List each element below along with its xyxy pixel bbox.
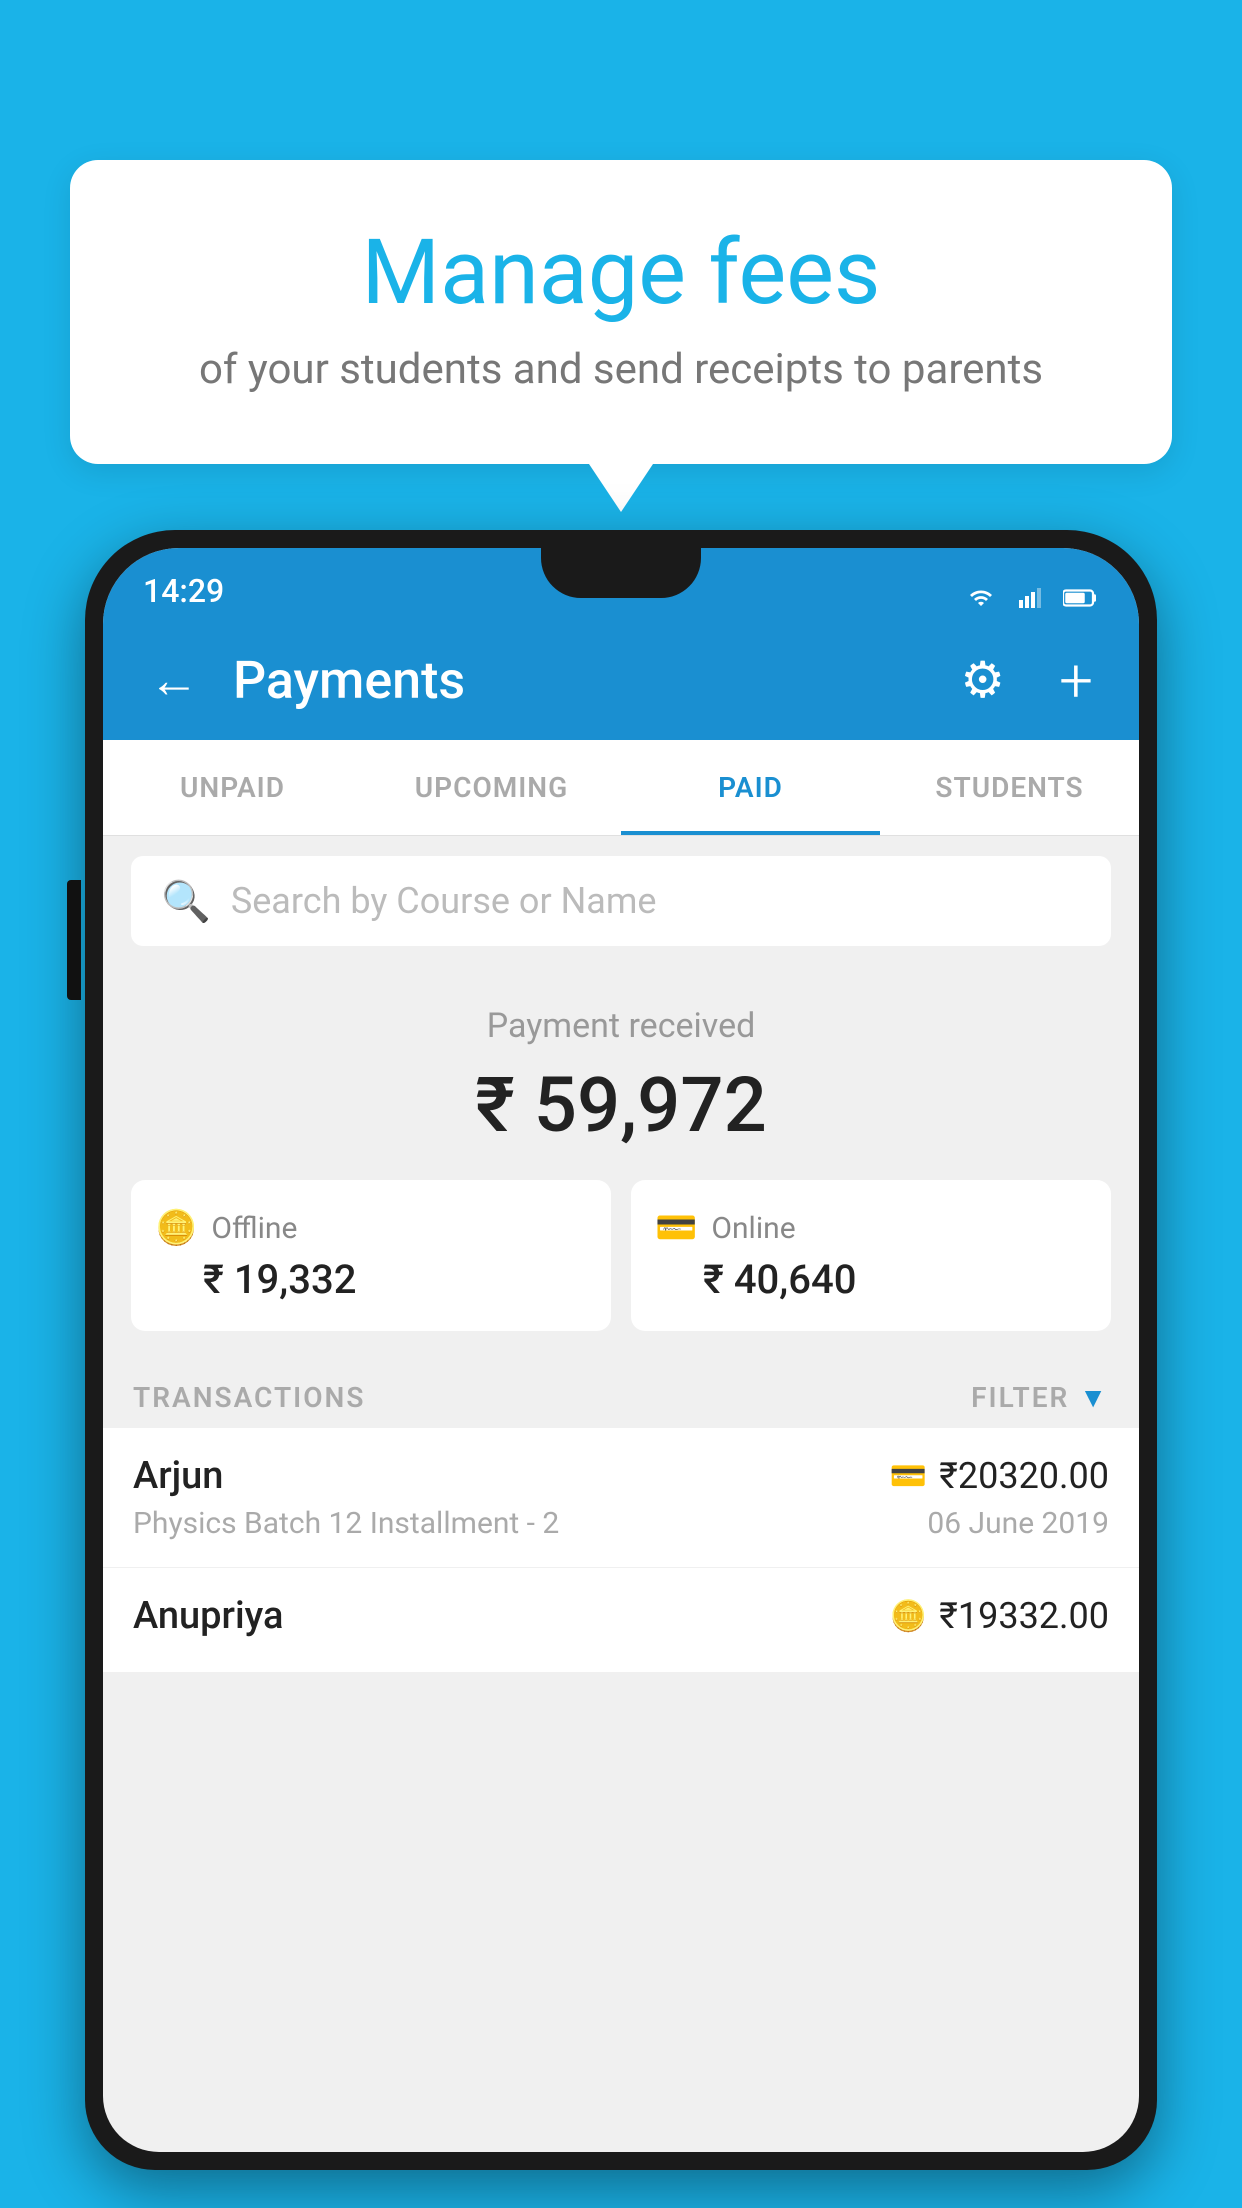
battery-icon: [1063, 586, 1099, 610]
offline-amount: ₹ 19,332: [203, 1256, 356, 1303]
filter-label: FILTER: [971, 1381, 1069, 1414]
phone-notch: [541, 548, 701, 598]
transactions-header: TRANSACTIONS FILTER ▼: [103, 1361, 1139, 1428]
add-button[interactable]: +: [1049, 635, 1103, 726]
transaction-pay-icon: 🪙: [890, 1599, 927, 1634]
filter-button[interactable]: FILTER ▼: [971, 1381, 1109, 1414]
transaction-amount-wrap: 🪙 ₹19332.00: [890, 1595, 1109, 1637]
transaction-date: 06 June 2019: [927, 1506, 1109, 1541]
status-icons: [963, 586, 1099, 610]
transaction-course: Physics Batch 12 Installment - 2: [133, 1506, 559, 1541]
transaction-row[interactable]: Anupriya 🪙 ₹19332.00: [103, 1568, 1139, 1673]
speech-bubble-title: Manage fees: [120, 220, 1122, 325]
tab-paid[interactable]: PAID: [621, 740, 880, 835]
app-title: Payments: [233, 650, 926, 711]
back-button[interactable]: ←: [139, 641, 209, 720]
filter-icon: ▼: [1079, 1381, 1109, 1414]
online-label: Online: [711, 1211, 795, 1246]
online-card: 💳 Online ₹ 40,640: [631, 1180, 1111, 1331]
online-icon: 💳: [655, 1208, 697, 1248]
search-input[interactable]: Search by Course or Name: [231, 880, 657, 922]
online-card-header: 💳 Online: [655, 1208, 796, 1248]
transaction-name: Anupriya: [133, 1594, 283, 1638]
phone-container: 14:29 ← Payments ⚙ + UNPAID: [85, 530, 1157, 2208]
tab-unpaid[interactable]: UNPAID: [103, 740, 362, 835]
online-amount: ₹ 40,640: [703, 1256, 856, 1303]
transaction-row[interactable]: Arjun 💳 ₹20320.00 Physics Batch 12 Insta…: [103, 1428, 1139, 1568]
transaction-pay-icon: 💳: [890, 1459, 927, 1494]
speech-bubble: Manage fees of your students and send re…: [70, 160, 1172, 464]
transaction-name: Arjun: [133, 1454, 223, 1498]
speech-bubble-subtitle: of your students and send receipts to pa…: [120, 345, 1122, 394]
transaction-top: Arjun 💳 ₹20320.00: [133, 1454, 1109, 1498]
offline-icon: 🪙: [155, 1208, 197, 1248]
transaction-amount: ₹19332.00: [939, 1595, 1109, 1637]
app-bar: ← Payments ⚙ +: [103, 620, 1139, 740]
payment-total-amount: ₹ 59,972: [131, 1060, 1111, 1150]
search-icon: 🔍: [161, 878, 211, 925]
tab-students[interactable]: STUDENTS: [880, 740, 1139, 835]
payment-summary: Payment received ₹ 59,972 🪙 Offline ₹ 19…: [103, 966, 1139, 1361]
search-bar[interactable]: 🔍 Search by Course or Name: [131, 856, 1111, 946]
payment-cards: 🪙 Offline ₹ 19,332 💳 Online ₹ 40,640: [131, 1180, 1111, 1331]
offline-label: Offline: [211, 1211, 297, 1246]
wifi-icon: [963, 586, 999, 610]
transactions-label: TRANSACTIONS: [133, 1381, 365, 1414]
transaction-bottom: Physics Batch 12 Installment - 2 06 June…: [133, 1506, 1109, 1541]
signal-icon: [1013, 586, 1049, 610]
phone-frame: 14:29 ← Payments ⚙ + UNPAID: [85, 530, 1157, 2170]
tab-bar: UNPAID UPCOMING PAID STUDENTS: [103, 740, 1139, 836]
search-container: 🔍 Search by Course or Name: [103, 836, 1139, 966]
tab-upcoming[interactable]: UPCOMING: [362, 740, 621, 835]
settings-button[interactable]: ⚙: [950, 641, 1015, 720]
phone-screen: 14:29 ← Payments ⚙ + UNPAID: [103, 548, 1139, 2152]
transaction-top: Anupriya 🪙 ₹19332.00: [133, 1594, 1109, 1638]
transaction-amount-wrap: 💳 ₹20320.00: [890, 1455, 1109, 1497]
offline-card-header: 🪙 Offline: [155, 1208, 297, 1248]
offline-card: 🪙 Offline ₹ 19,332: [131, 1180, 611, 1331]
transaction-amount: ₹20320.00: [939, 1455, 1109, 1497]
status-time: 14:29: [143, 572, 224, 610]
payment-label: Payment received: [131, 1006, 1111, 1046]
